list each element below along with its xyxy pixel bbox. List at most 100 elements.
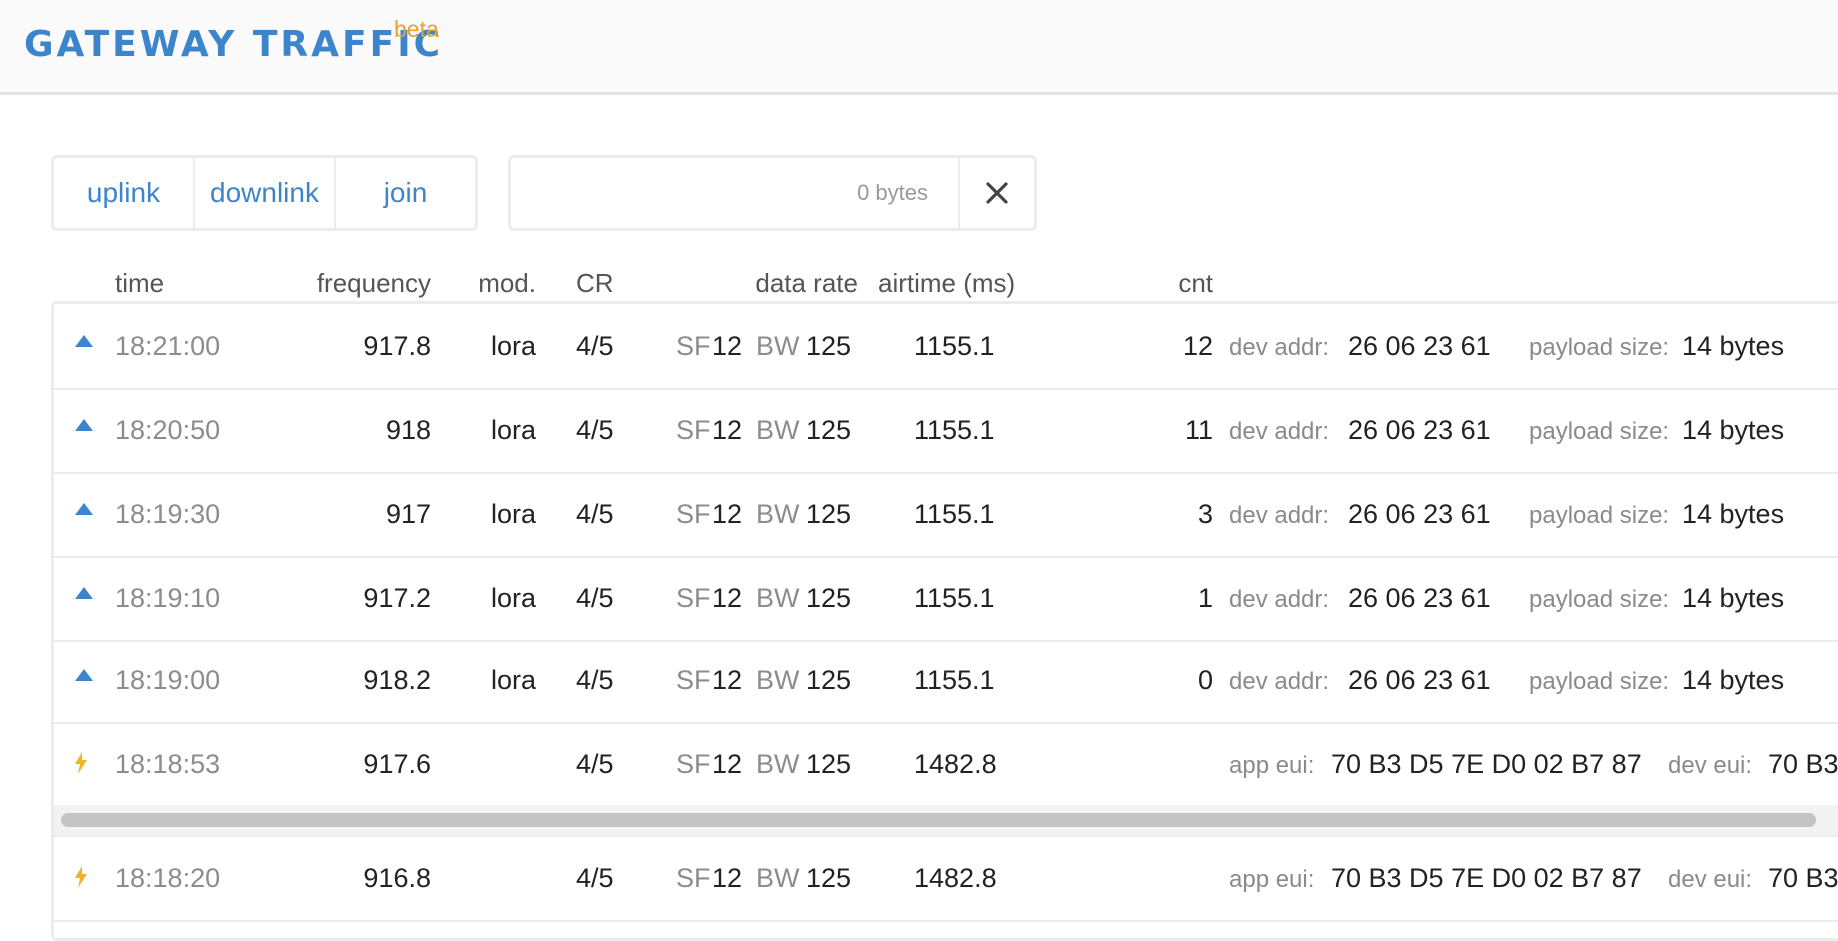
time-cell: 18:21:00 — [115, 331, 221, 361]
sf-value: 12 — [712, 583, 743, 613]
dev-addr-value: 26 06 23 61 — [1348, 665, 1491, 695]
close-icon — [986, 182, 1008, 204]
time-cell: 18:20:50 — [115, 415, 221, 445]
payload-size-label: payload size: — [1529, 418, 1670, 445]
bw-label: BW — [756, 863, 800, 893]
dev-addr-value: 26 06 23 61 — [1348, 331, 1491, 361]
app-eui-label: app eui: — [1229, 866, 1315, 893]
sf-label: SF — [676, 583, 711, 613]
bw-label: BW — [756, 749, 800, 779]
airtime-cell: 1482.8 — [914, 749, 997, 779]
sf-value: 12 — [712, 863, 743, 893]
uplink-icon — [74, 334, 94, 353]
beta-badge: beta — [394, 16, 439, 42]
frequency-cell: 917 — [385, 499, 431, 529]
table-row[interactable]: 18:19:30 917 lora 4/5 SF 12 BW 125 1155.1 3 dev ad… — [54, 472, 1838, 558]
payload-size-label: payload size: — [1529, 334, 1670, 361]
app-eui-value: 70 B3 D5 7E D0 02 B7 87 — [1331, 749, 1642, 779]
sf-label: SF — [676, 499, 711, 529]
airtime-cell: 1482.8 — [914, 863, 997, 893]
table-row[interactable]: 18:18:53 917.6 4/5 SF 12 BW 125 1482.8 app eui: 7… — [54, 722, 1838, 808]
modulation-cell: lora — [490, 331, 536, 361]
uplink-icon — [74, 502, 94, 521]
sf-label: SF — [676, 863, 711, 893]
downlink-filter-button[interactable]: downlink — [195, 158, 336, 228]
table-row[interactable]: 18:19:10 917.2 lora 4/5 SF 12 BW 125 1155.1 1 dev … — [54, 556, 1838, 642]
sf-label: SF — [676, 331, 711, 361]
bw-label: BW — [756, 665, 800, 695]
uplink-icon — [74, 586, 94, 605]
sf-label: SF — [676, 415, 711, 445]
modulation-cell: lora — [490, 415, 536, 445]
dev-eui-label: dev eui: — [1668, 752, 1753, 779]
cr-cell: 4/5 — [576, 583, 614, 613]
table-row[interactable]: 18:20:50 918 lora 4/5 SF 12 BW 125 1155.1 11 dev a… — [54, 388, 1838, 474]
bw-value: 125 — [806, 749, 852, 779]
join-filter-button[interactable]: join — [336, 158, 475, 228]
cr-cell: 4/5 — [576, 499, 614, 529]
modulation-cell: lora — [490, 499, 536, 529]
uplink-icon — [74, 418, 94, 437]
column-header-cnt: cnt — [1178, 268, 1213, 298]
lightning-icon — [74, 752, 88, 779]
airtime-cell: 1155.1 — [914, 583, 995, 613]
column-header-modulation: mod. — [478, 268, 536, 298]
dev-addr-label: dev addr: — [1229, 334, 1330, 361]
dev-addr-value: 26 06 23 61 — [1348, 415, 1491, 445]
bw-label: BW — [756, 415, 800, 445]
column-header-data-rate: data rate — [755, 268, 858, 298]
payload-size-label: payload size: — [1529, 586, 1670, 613]
payload-size-value: 14 bytes — [1682, 331, 1785, 361]
sf-value: 12 — [712, 331, 743, 361]
dev-eui-label: dev eui: — [1668, 866, 1753, 893]
app-eui-label: app eui: — [1229, 752, 1315, 779]
airtime-cell: 1155.1 — [914, 665, 995, 695]
dev-addr-value: 26 06 23 61 — [1348, 499, 1491, 529]
horizontal-scrollbar[interactable] — [54, 805, 1838, 837]
time-cell: 18:19:10 — [115, 583, 221, 613]
sf-value: 12 — [712, 749, 743, 779]
cnt-cell: 11 — [1184, 415, 1213, 445]
scrollbar-thumb[interactable] — [61, 813, 1816, 827]
modulation-cell: lora — [490, 665, 536, 695]
table-row[interactable]: 18:19:00 918.2 lora 4/5 SF 12 BW 125 1155.1 0 dev … — [54, 638, 1838, 724]
app-eui-value: 70 B3 D5 7E D0 02 B7 87 — [1331, 863, 1642, 893]
column-header-frequency: frequency — [316, 268, 431, 298]
bw-value: 125 — [806, 863, 852, 893]
frequency-cell: 917.8 — [363, 331, 431, 361]
dev-addr-label: dev addr: — [1229, 586, 1330, 613]
cnt-cell: 0 — [1197, 665, 1213, 695]
frequency-cell: 916.8 — [363, 863, 431, 893]
payload-size-value: 14 bytes — [1682, 415, 1785, 445]
payload-size-value: 14 bytes — [1682, 665, 1785, 695]
frequency-cell: 918.2 — [363, 665, 431, 695]
sf-value: 12 — [712, 499, 743, 529]
dev-eui-value: 70 B3 — [1768, 749, 1838, 779]
byte-count: 0 bytes — [857, 180, 928, 205]
bw-label: BW — [756, 583, 800, 613]
column-header-airtime: airtime (ms) — [878, 268, 1016, 298]
dev-addr-label: dev addr: — [1229, 418, 1330, 445]
cr-cell: 4/5 — [576, 863, 614, 893]
dev-addr-label: dev addr: — [1229, 502, 1330, 529]
sf-value: 12 — [712, 665, 743, 695]
time-cell: 18:19:30 — [115, 499, 221, 529]
uplink-filter-button[interactable]: uplink — [54, 158, 195, 228]
bw-label: BW — [756, 331, 800, 361]
airtime-cell: 1155.1 — [914, 415, 995, 445]
uplink-icon — [74, 668, 94, 687]
table-row[interactable]: 18:21:00 917.8 lora 4/5 SF 12 BW 125 1155.1 12 dev… — [54, 304, 1838, 390]
table-row[interactable]: 18:18:20 916.8 4/5 SF 12 BW 125 1482.8 app eui: 7… — [54, 836, 1838, 922]
bw-label: BW — [756, 499, 800, 529]
bw-value: 125 — [806, 331, 852, 361]
time-cell: 18:18:53 — [115, 749, 221, 779]
time-cell: 18:19:00 — [115, 665, 221, 695]
clear-button[interactable] — [958, 158, 1034, 228]
cr-cell: 4/5 — [576, 415, 614, 445]
airtime-cell: 1155.1 — [914, 331, 995, 361]
time-cell: 18:18:20 — [115, 863, 221, 893]
bw-value: 125 — [806, 583, 852, 613]
dev-eui-value: 70 B3 — [1768, 863, 1838, 893]
frequency-cell: 917.2 — [363, 583, 431, 613]
cnt-cell: 3 — [1197, 499, 1213, 529]
